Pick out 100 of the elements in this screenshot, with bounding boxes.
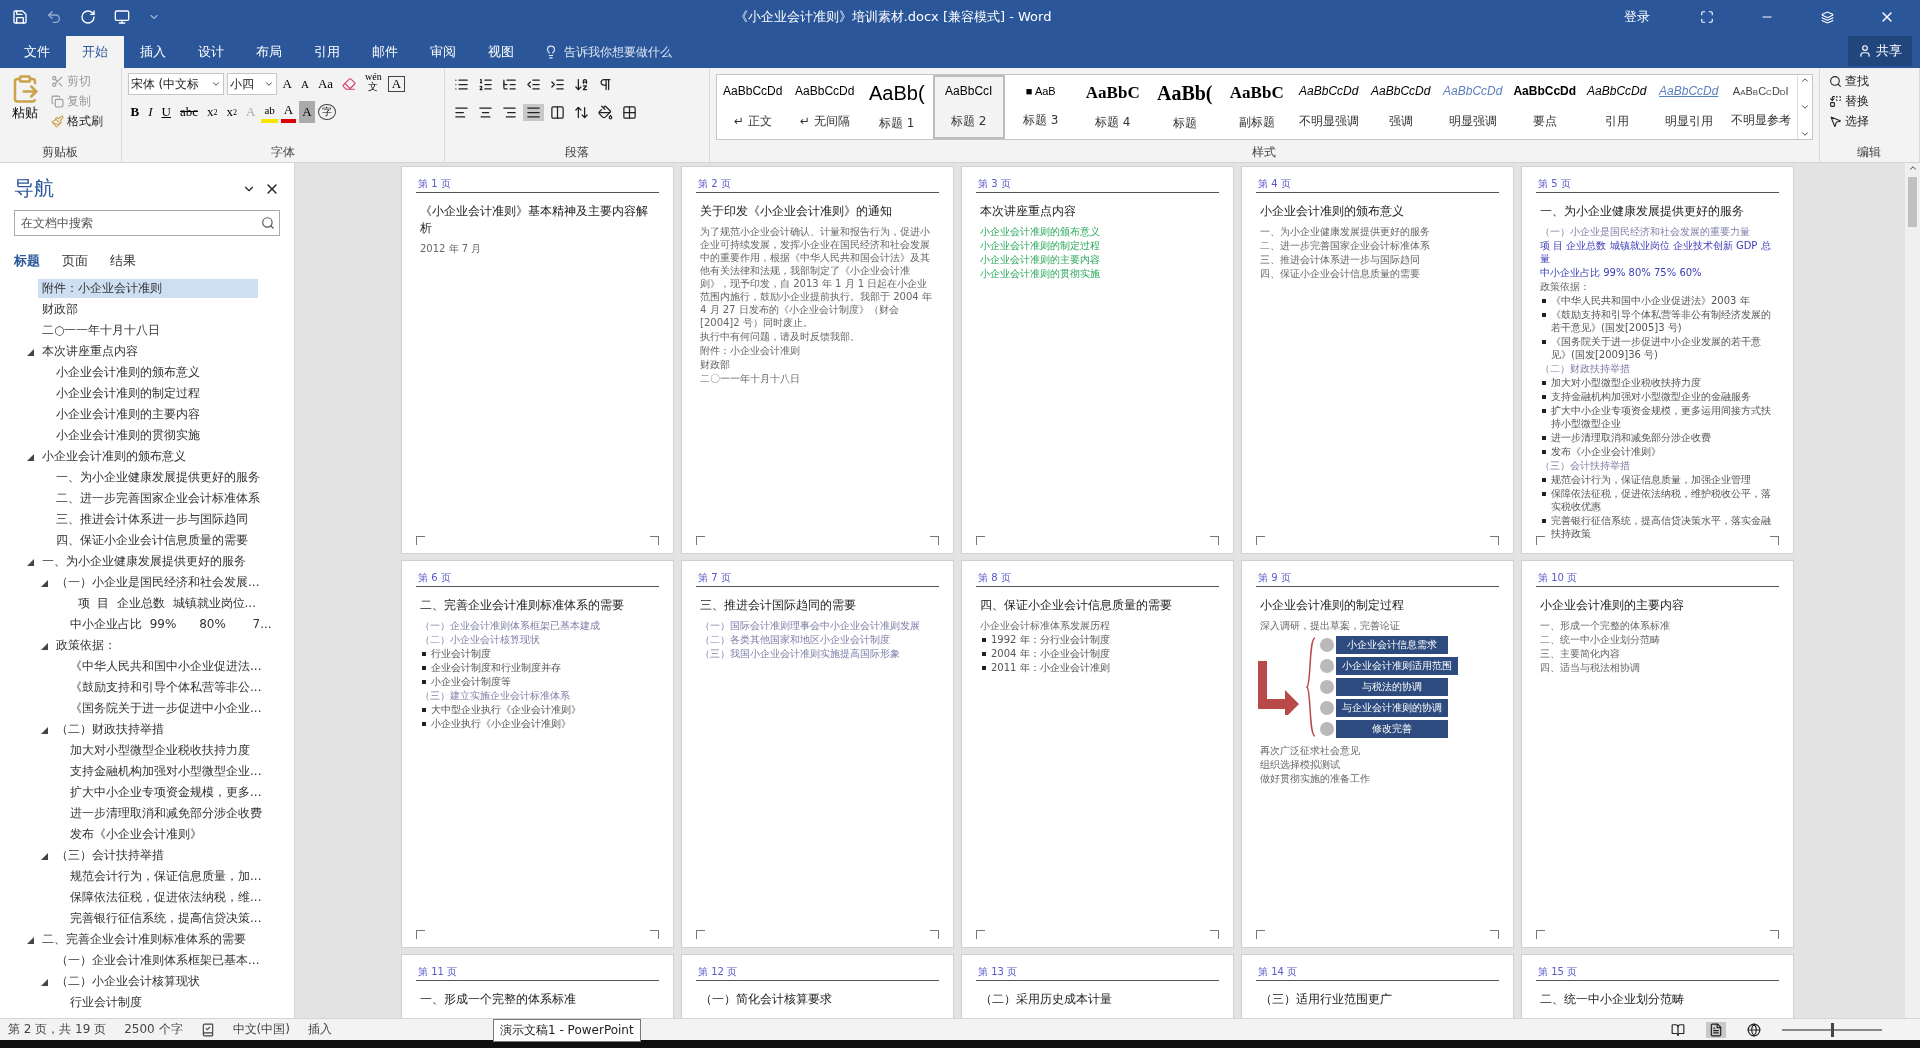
replace-button[interactable]: 替换 [1825, 92, 1872, 111]
strikethrough-button[interactable]: abc [176, 101, 201, 123]
heading-item[interactable]: 中小企业占比 99% 80% 7... [66, 615, 276, 634]
grow-font-button[interactable]: A [279, 73, 295, 95]
page-number: 第 14 页 [1256, 965, 1499, 981]
page-thumbnail[interactable]: 第 1 页 《小企业会计准则》基本精神及主要内容解析 2012 年 7 月 [401, 166, 674, 554]
nav-tab[interactable]: 页面 [62, 252, 88, 270]
page-text: 小企业会计准则的主要内容 [980, 253, 1101, 266]
heading-item[interactable]: 本次讲座重点内容 [38, 342, 142, 361]
heading-item[interactable]: 二、进一步完善国家企业会计标准体系 [52, 489, 264, 508]
heading-item[interactable]: 一、为小企业健康发展提供更好的服务 [38, 552, 250, 571]
heading-item[interactable]: 小企业会计准则的主要内容 [52, 405, 204, 424]
heading-item[interactable]: 完善银行征信系统，提高信贷决策... [66, 909, 266, 928]
heading-item[interactable]: 政策依据： [52, 636, 120, 655]
ribbon-tab[interactable]: 文件 [8, 36, 66, 68]
heading-item[interactable]: 扩大中小企业专项资金规模，更多... [66, 783, 266, 802]
language[interactable]: 中文(中国) [232, 1021, 290, 1038]
heading-item[interactable]: （二）小企业会计核算现状 [52, 972, 204, 991]
nav-tab[interactable]: 结果 [110, 252, 136, 270]
shading-button[interactable]: A [299, 101, 315, 123]
heading-item[interactable]: 小企业会计准则的制定过程 [52, 384, 204, 403]
ribbon-tab[interactable]: 布局 [240, 36, 298, 68]
heading-item[interactable]: （三）会计扶持举措 [52, 846, 168, 865]
heading-item[interactable]: 行业会计制度 [66, 993, 146, 1012]
ribbon-tab[interactable]: 审阅 [414, 36, 472, 68]
page-text: 项 目 企业总数 城镇就业岗位 企业技术创新 GDP 总量 [1540, 239, 1772, 265]
search-field[interactable]: 在文档中搜索 [14, 210, 280, 236]
format-painter-button[interactable]: 格式刷 [48, 112, 106, 131]
heading-item[interactable]: （一）企业会计准则体系框架已基本... [52, 951, 264, 970]
search-input[interactable]: 在文档中搜索 [19, 215, 261, 231]
tell-me-input[interactable]: 告诉我你想要做什么 [562, 44, 764, 60]
page-thumbnail[interactable]: 第 13 页 （二）采用历史成本计量 [961, 954, 1234, 1018]
heading-item[interactable]: 《鼓励支持和引导个体私营等非公... [66, 678, 266, 697]
page-thumbnail[interactable]: 第 7 页 三、推进会计国际趋同的需要 （一）国际会计准则理事会中小企业会计准则发展 （二）各类其他国家和地区小企业会计制度 （三）我国小企业会计准则实施提高国际形象 [681, 560, 954, 948]
heading-item[interactable]: 规范会计行为，保证信息质量，加... [66, 867, 266, 886]
page-thumbnail[interactable]: 第 6 页 二、完善企业会计准则标准体系的需要 （一）企业会计准则体系框架已基本建成 （二）小企业会计核算现状 行业会计制度 企业会计制度和行业制度并存 小企业会计制度等 （三）建立实施企业会计标准体系 大中型企业执行《企业会计准则》 小企业执行《小企业会计准则》 [401, 560, 674, 948]
font-name-field[interactable]: 宋体 (中文标 [127, 73, 224, 95]
page-title: 小企业会计准则的主要内容 [1540, 597, 1685, 614]
heading-item[interactable]: （一）小企业是国民经济和社会发展... [52, 573, 264, 592]
nav-tab[interactable]: 标题 [14, 252, 40, 270]
ribbon-tab[interactable]: 视图 [472, 36, 530, 68]
paste-button[interactable]: 粘贴 [6, 72, 44, 144]
sign-in-link[interactable]: 登录 [1624, 8, 1650, 26]
heading-item[interactable]: 《国务院关于进一步促进中小企业... [66, 699, 266, 718]
heading-item[interactable]: 四、保证小企业会计信息质量的需要 [52, 531, 252, 550]
underline-button[interactable]: U [158, 101, 174, 123]
heading-item[interactable]: 小企业会计准则的颁布意义 [52, 363, 204, 382]
ribbon-tab[interactable]: 邮件 [356, 36, 414, 68]
bold-button[interactable]: B [127, 101, 143, 123]
page-text: 小企业会计准则的颁布意义 [980, 225, 1101, 238]
page-thumbnail[interactable]: 第 3 页 本次讲座重点内容 小企业会计准则的颁布意义 小企业会计准则的制定过程 小企业会计准则的主要内容 小企业会计准则的贯彻实施 [961, 166, 1234, 554]
style-item[interactable]: AaBbCcI 标题 2 [932, 75, 1005, 139]
heading-item[interactable]: 小企业会计准则的贯彻实施 [52, 426, 204, 445]
page-thumbnail[interactable]: 第 14 页 （三）适用行业范围更广 [1241, 954, 1514, 1018]
heading-item[interactable]: 《中华人民共和国中小企业促进法... [66, 657, 266, 676]
shrink-font-button[interactable]: A [297, 73, 312, 95]
page-thumbnail[interactable]: 第 12 页 （一）简化会计核算要求 [681, 954, 954, 1018]
ribbon-tab[interactable]: 开始 [66, 36, 124, 68]
heading-item[interactable]: 支持金融机构加强对小型微型企业... [66, 762, 266, 781]
page-thumbnail[interactable]: 第 10 页 小企业会计准则的主要内容 一、形成一个完整的体系标准 二、统一中小企业划分范畴 三、主要简化内容 四、适当与税法相协调 [1521, 560, 1794, 948]
page-text: 2004 年：小企业会计制度 [991, 647, 1110, 660]
heading-item[interactable]: （二）财政扶持举措 [52, 720, 168, 739]
page-title: 小企业会计准则的颁布意义 [1260, 203, 1405, 220]
tell-me-field[interactable]: 告诉我你想要做什么 [544, 36, 764, 68]
heading-item[interactable]: 二、完善企业会计准则标准体系的需要 [38, 930, 250, 949]
page-text: 深入调研，提出草案，完善论证 [1260, 619, 1401, 632]
insert-mode[interactable]: 插入 [307, 1021, 332, 1038]
page-thumbnail[interactable]: 第 15 页 二、统一中小企业划分范畴 [1521, 954, 1794, 1018]
heading-item[interactable]: 三、推进会计体系进一步与国际趋同 [52, 510, 252, 529]
font-size-field[interactable]: 小四 [226, 73, 277, 95]
ribbon-tab[interactable]: 引用 [298, 36, 356, 68]
ribbon-tab[interactable]: 插入 [124, 36, 182, 68]
heading-item[interactable]: 进一步清理取消和减免部分涉企收费 [66, 804, 266, 823]
share-button[interactable]: 共享 [1848, 36, 1912, 66]
heading-item[interactable]: 保障依法征税，促进依法纳税，维... [66, 888, 266, 907]
heading-item[interactable]: 发布《小企业会计准则》 [66, 825, 206, 844]
word-count[interactable]: 2500 个字 [124, 1021, 183, 1038]
heading-item[interactable]: 附件：小企业会计准则 [38, 279, 258, 298]
page-thumbnail[interactable]: 第 4 页 小企业会计准则的颁布意义 一、为小企业健康发展提供更好的服务 二、进一步完善国家企业会计标准体系 三、推进会计体系进一步与国际趋同 四、保证小企业会计信息质量的需要 [1241, 166, 1514, 554]
italic-button[interactable]: I [145, 101, 156, 123]
page-title: 三、推进会计国际趋同的需要 [700, 597, 857, 614]
page-thumbnail[interactable]: 第 11 页 一、形成一个完整的体系标准 [401, 954, 674, 1018]
page-thumbnail[interactable]: 第 9 页 小企业会计准则的制定过程 深入调研，提出草案，完善论证 小企业会计信息需求 小企业会计准则适用范围 与税法的协调 与企业会计准则的协调 修改完善 再次广泛征求社会意见 组织选择模拟测试 做好贯彻实施的准备工作 [1241, 560, 1514, 948]
page-count[interactable]: 第 2 页，共 19 页 [8, 1021, 107, 1038]
heading-item[interactable]: 小企业会计准则的颁布意义 [38, 447, 190, 466]
find-button[interactable]: 查找 [1825, 72, 1872, 91]
ribbon-tab[interactable]: 设计 [182, 36, 240, 68]
heading-item[interactable]: 项 目 企业总数 城镇就业岗位... [66, 594, 260, 613]
heading-item[interactable]: 一、为小企业健康发展提供更好的服务 [52, 468, 264, 487]
page-thumbnail[interactable]: 第 8 页 四、保证小企业会计信息质量的需要 小企业会计标准体系发展历程 1992 年：分行业会计制度 2004 年：小企业会计制度 2011 年：小企业会计准则 [961, 560, 1234, 948]
page-text: （一）国际会计准则理事会中小企业会计准则发展 [700, 619, 921, 632]
character-border-button[interactable]: A [387, 76, 406, 92]
phonetic-guide-button[interactable]: wén 文 [362, 72, 385, 96]
select-button[interactable]: 选择 [1825, 112, 1872, 131]
page-text: 1992 年：分行业会计制度 [991, 633, 1110, 646]
change-case-button[interactable]: Aa [314, 73, 337, 95]
heading-item[interactable]: 财政部 [38, 300, 82, 319]
heading-item[interactable]: 二○一一年十月十八日 [38, 321, 165, 340]
highlight-button[interactable]: ab [261, 101, 278, 123]
heading-item[interactable]: 加大对小型微型企业税收扶持力度 [66, 741, 254, 760]
